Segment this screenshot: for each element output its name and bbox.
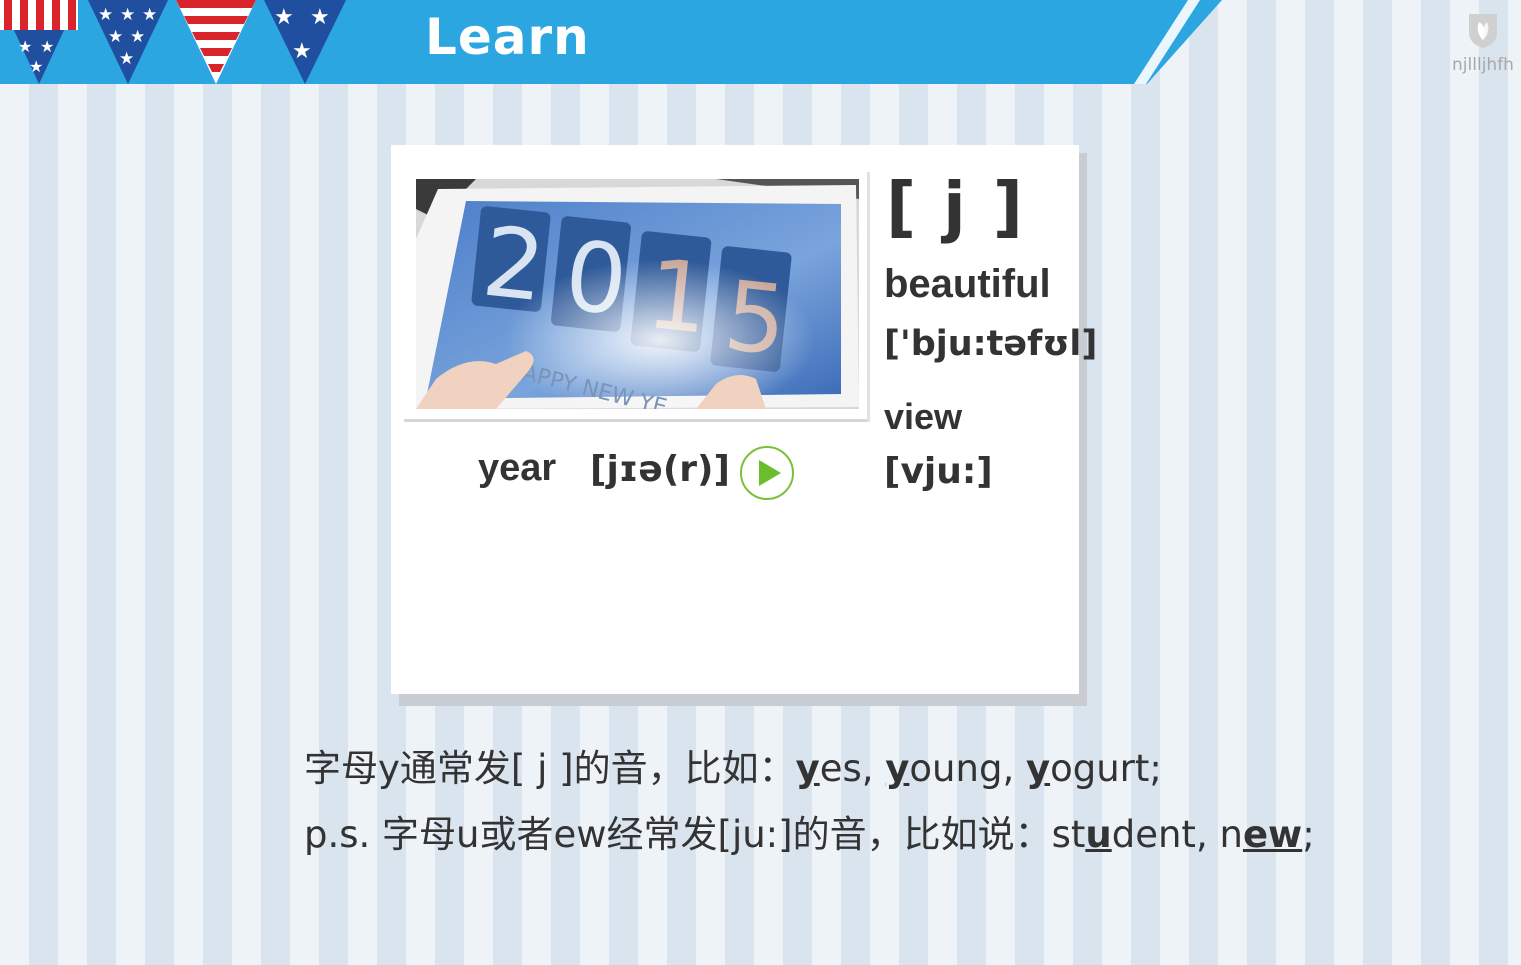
- photo-side-divider: [867, 172, 870, 422]
- calendar-2015-flip-clock-image: 2 0 1 5 APPY NEW YE: [416, 179, 859, 409]
- main-word: year: [478, 447, 557, 489]
- example-word: view: [884, 396, 963, 437]
- page-title: Learn: [425, 8, 590, 66]
- svg-text:★: ★: [130, 27, 145, 46]
- separator: ,: [1002, 747, 1026, 790]
- leaf-shield-icon: [1469, 14, 1497, 48]
- photo-divider: [404, 419, 870, 422]
- example-phonetic: [vju:]: [884, 451, 993, 492]
- separator: ,: [861, 747, 886, 790]
- example-word: beautiful: [884, 262, 1051, 306]
- note-text: p.s. 字母u或者ew经常发[ju:]的音，比如说：: [304, 813, 1052, 856]
- example-phonetic: ['bju:təfʊl]: [884, 324, 1098, 364]
- highlight-letters: u: [1085, 813, 1112, 856]
- highlight-letters: y: [1025, 747, 1051, 790]
- highlight-letters: ew: [1242, 813, 1303, 856]
- play-icon: [759, 460, 781, 486]
- svg-text:★: ★: [292, 38, 312, 63]
- play-audio-button[interactable]: [740, 446, 794, 500]
- header-bar: ★ ★ ★ ★ ★ ★ ★ ★ ★ ★ ★ ★ Learn: [0, 0, 1521, 84]
- svg-text:★: ★: [120, 5, 135, 24]
- brand-logo: njllljhfh: [1448, 10, 1518, 75]
- highlight-letters: y: [795, 747, 820, 790]
- svg-text:★: ★: [119, 49, 134, 68]
- highlight-letters: y: [885, 747, 910, 790]
- svg-text:★: ★: [108, 27, 123, 46]
- rule-note: 字母y通常发[ j ]的音，比如：yes, young, yogurt;: [304, 738, 1162, 792]
- note-text: 字母y通常发[ j ]的音，比如：: [304, 747, 796, 790]
- year-photo: 2 0 1 5 APPY NEW YE: [416, 179, 859, 409]
- sound-symbol: [ j ]: [886, 168, 1025, 245]
- logo-label: njllljhfh: [1452, 55, 1514, 75]
- note-text: st: [1051, 813, 1086, 856]
- svg-text:★: ★: [98, 5, 113, 24]
- svg-text:★: ★: [29, 59, 43, 76]
- note-end: ;: [1302, 813, 1315, 856]
- svg-text:★: ★: [310, 4, 330, 29]
- note-text: oung: [909, 747, 1003, 790]
- note-text: ogurt: [1050, 747, 1150, 790]
- note-text: dent: [1111, 813, 1196, 856]
- main-phonetic: [jɪə(r)]: [590, 449, 730, 490]
- separator: ,: [1195, 813, 1220, 856]
- svg-text:★: ★: [142, 5, 157, 24]
- svg-text:★: ★: [18, 39, 32, 56]
- svg-text:★: ★: [274, 4, 294, 29]
- header-banner-graphic: ★ ★ ★ ★ ★ ★ ★ ★ ★ ★ ★ ★: [0, 0, 1222, 84]
- note-text: es: [819, 747, 862, 790]
- note-text: n: [1219, 813, 1243, 856]
- svg-text:★: ★: [40, 39, 54, 56]
- ps-note: p.s. 字母u或者ew经常发[ju:]的音，比如说：student, new;: [304, 804, 1315, 858]
- note-end: ;: [1149, 747, 1162, 790]
